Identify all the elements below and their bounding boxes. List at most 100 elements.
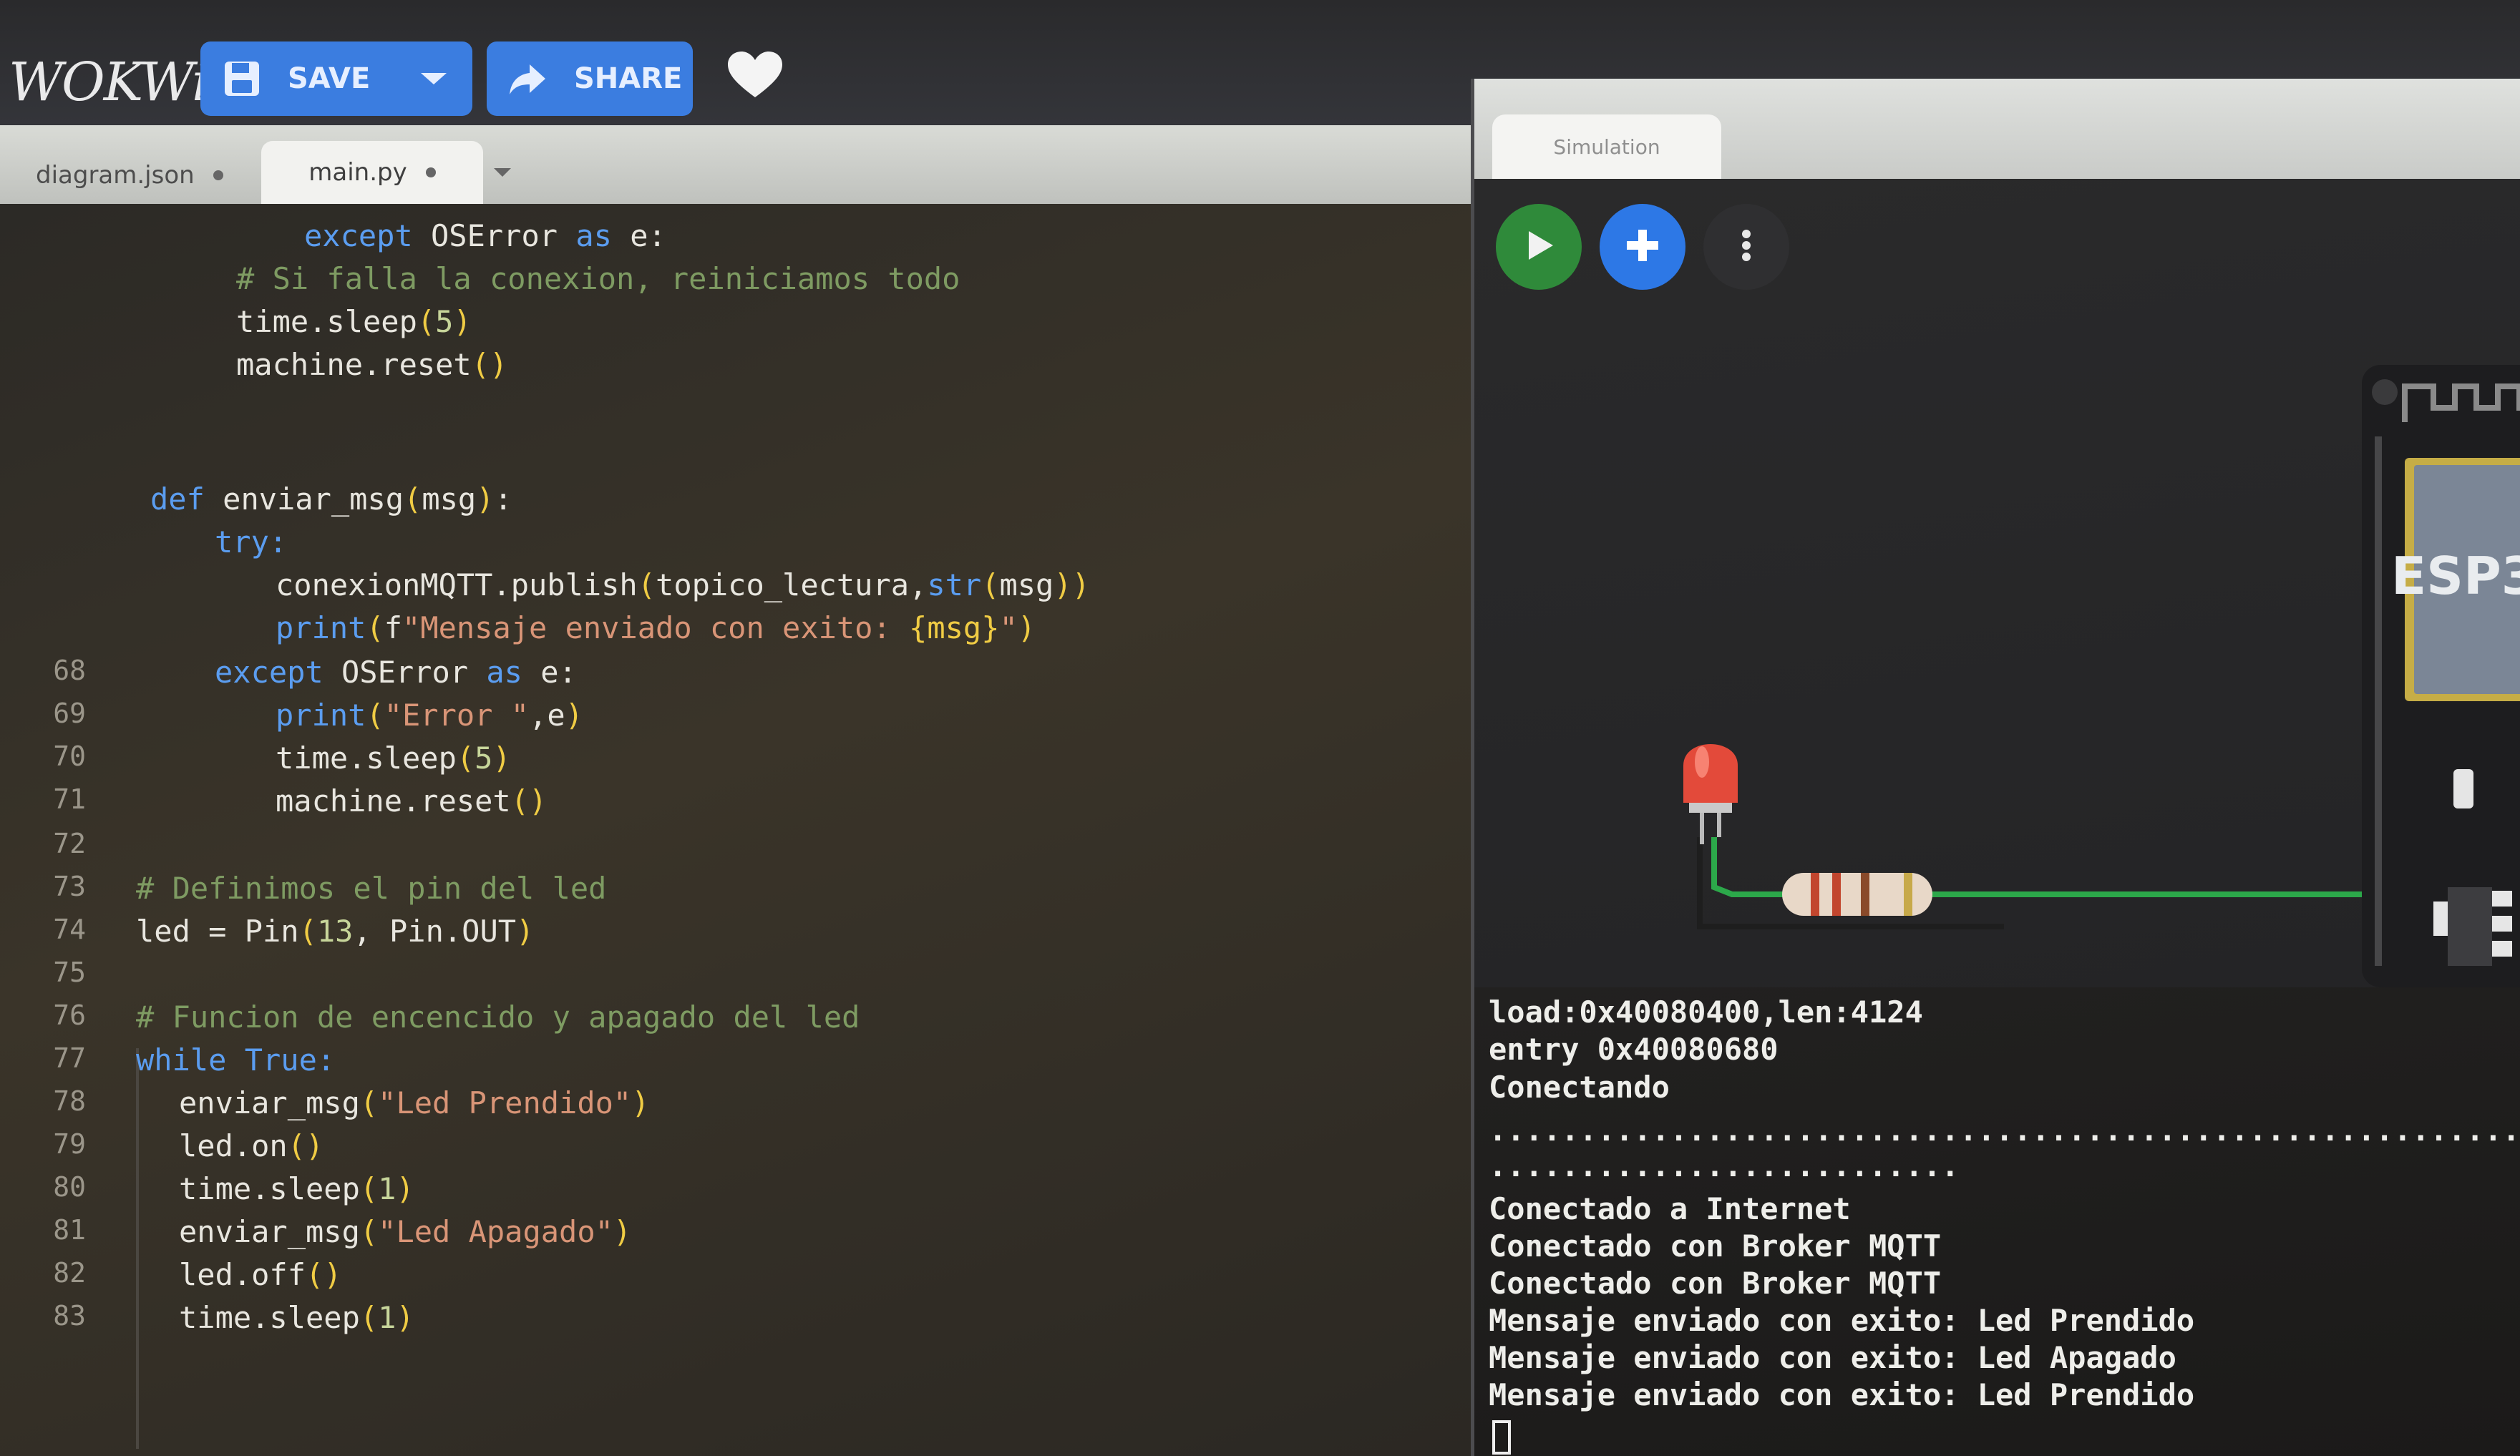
code-token: ( — [359, 1300, 379, 1335]
code-line: machine.reset() — [0, 347, 1474, 390]
code-text: time.sleep(1) — [179, 1171, 414, 1206]
code-token: led = Pin — [136, 914, 299, 949]
floppy-disk-icon — [222, 59, 262, 99]
line-number: 81 — [53, 1214, 86, 1246]
code-token: e: — [630, 218, 666, 253]
start-simulation-button[interactable] — [1496, 204, 1582, 290]
line-number: 76 — [53, 1000, 86, 1031]
code-line: 79 led.on() — [0, 1128, 1474, 1171]
code-text: machine.reset() — [276, 783, 547, 819]
tab-menu-chevron-icon[interactable] — [494, 168, 511, 177]
led-red[interactable] — [1683, 744, 1738, 844]
esp32-label: ESP32 — [2391, 546, 2520, 606]
serial-output-line: Conectando — [1489, 1070, 1670, 1105]
code-text: led.off() — [179, 1257, 342, 1292]
code-token: as — [468, 655, 541, 690]
code-line: # Si falla la conexion, reiniciamos todo — [0, 261, 1474, 304]
code-text: try: — [215, 524, 287, 560]
chevron-down-icon[interactable] — [421, 73, 447, 84]
code-token: OSError — [341, 655, 469, 690]
simulation-canvas[interactable]: ESP32 — [1474, 179, 2520, 987]
more-options-button[interactable] — [1703, 204, 1789, 290]
share-button[interactable]: SHARE — [487, 41, 693, 116]
code-line: 70 time.sleep(5) — [0, 741, 1474, 783]
code-token: time.sleep — [276, 741, 457, 776]
code-text: time.sleep(5) — [236, 304, 472, 339]
serial-output-line: Mensaje enviado con exito: Led Prendido — [1489, 1377, 2195, 1412]
code-token: topico_lectura, — [656, 567, 928, 602]
tab-main-py[interactable]: main.py — [261, 141, 483, 204]
code-token: 1 — [378, 1300, 397, 1335]
line-number: 78 — [53, 1085, 86, 1117]
code-token: "Led Apagado" — [378, 1214, 613, 1249]
code-token: time.sleep — [179, 1300, 360, 1335]
code-token: ) — [516, 914, 535, 949]
line-number: 73 — [53, 871, 86, 902]
code-line: 71 machine.reset() — [0, 783, 1474, 826]
add-part-button[interactable] — [1600, 204, 1685, 290]
tab-close-icon[interactable] — [425, 167, 436, 177]
serial-output-line: load:0x40080400,len:4124 — [1489, 995, 1923, 1030]
line-number: 82 — [53, 1257, 86, 1289]
play-icon — [1519, 225, 1559, 268]
code-text: time.sleep(1) — [179, 1300, 414, 1335]
code-text: except OSError as e: — [304, 218, 666, 253]
code-line: 82 led.off() — [0, 1257, 1474, 1300]
code-line: 80 time.sleep(1) — [0, 1171, 1474, 1214]
code-token: msg — [422, 482, 477, 517]
wokwi-logo[interactable]: WOKWi — [9, 52, 209, 113]
code-text: led.on() — [179, 1128, 323, 1163]
code-token: () — [510, 783, 548, 819]
code-token: ( — [359, 1085, 379, 1120]
resistor[interactable] — [1782, 873, 1932, 916]
tab-label: diagram.json — [36, 161, 195, 190]
tab-close-icon[interactable] — [213, 170, 223, 180]
code-text: machine.reset() — [236, 347, 507, 382]
code-token: ) — [492, 741, 511, 776]
code-token: conexionMQTT.publish — [276, 567, 638, 602]
code-token: ,e — [529, 698, 565, 733]
code-token: "Mensaje enviado con exito: — [402, 610, 910, 645]
share-arrow-icon — [508, 59, 548, 99]
heart-icon[interactable] — [726, 50, 784, 100]
code-token: ( — [456, 741, 475, 776]
code-line: 73 # Definimos el pin del led — [0, 871, 1474, 914]
code-line: 69 print("Error ",e) — [0, 698, 1474, 741]
code-token: machine.reset — [236, 347, 472, 382]
code-text: # Funcion de encencido y apagado del led — [136, 1000, 860, 1035]
code-line: 77 while True: — [0, 1042, 1474, 1085]
esp32-board[interactable]: ESP32 — [2362, 365, 2520, 987]
tab-label: main.py — [308, 158, 407, 187]
code-line: 68 except OSError as e: — [0, 655, 1474, 698]
code-line: print(f"Mensaje enviado con exito: {msg}… — [0, 610, 1474, 653]
code-token: ) — [1017, 610, 1036, 645]
code-token: as — [558, 218, 631, 253]
code-token: ) — [565, 698, 583, 733]
code-token: # Funcion de encencido y apagado del led — [136, 1000, 860, 1035]
code-line: except OSError as e: — [0, 218, 1474, 261]
code-editor[interactable]: except OSError as e: # Si falla la conexi… — [0, 204, 1474, 1456]
code-token: " — [999, 610, 1018, 645]
code-token: ( — [417, 304, 436, 339]
serial-output-line: Mensaje enviado con exito: Led Apagado — [1489, 1340, 2176, 1375]
serial-monitor[interactable]: load:0x40080400,len:4124 entry 0x40080680… — [1474, 987, 2520, 1456]
tab-label: Simulation — [1553, 135, 1660, 159]
code-token: while True: — [136, 1042, 336, 1078]
line-number: 83 — [53, 1300, 86, 1332]
serial-output-line: Conectado a Internet — [1489, 1191, 1851, 1226]
tab-simulation[interactable]: Simulation — [1492, 114, 1721, 179]
serial-input-cursor[interactable] — [1492, 1420, 1511, 1455]
code-token: ( — [359, 1171, 379, 1206]
code-token: except — [215, 655, 342, 690]
code-line: time.sleep(5) — [0, 304, 1474, 347]
code-line: def enviar_msg(msg): — [0, 482, 1474, 524]
save-button[interactable]: SAVE — [200, 41, 472, 116]
tab-diagram-json[interactable]: diagram.json — [36, 147, 223, 204]
serial-output-line: Conectado con Broker MQTT — [1489, 1228, 1942, 1264]
code-token: ) — [631, 1085, 650, 1120]
code-token: try: — [215, 524, 288, 560]
code-text: conexionMQTT.publish(topico_lectura,str(… — [276, 567, 1090, 602]
circuit-diagram: ESP32 — [1683, 365, 2520, 987]
code-text: print("Error ",e) — [276, 698, 583, 733]
code-token: def — [150, 482, 223, 517]
